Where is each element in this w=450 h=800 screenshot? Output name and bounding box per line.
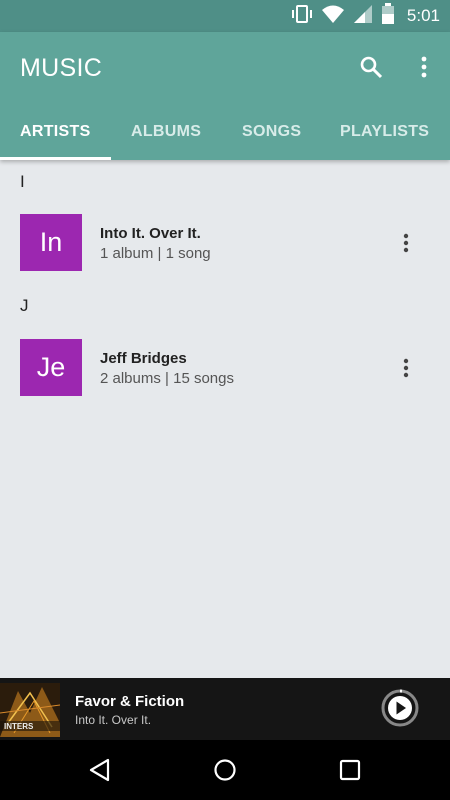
- tab-albums[interactable]: ALBUMS: [131, 110, 201, 160]
- status-bar: 5:01: [0, 0, 450, 32]
- artist-summary: 1 album | 1 song: [100, 245, 211, 262]
- status-time: 5:01: [406, 6, 440, 25]
- tab-artists[interactable]: ARTISTS: [20, 110, 91, 160]
- artist-menu-button[interactable]: [396, 228, 416, 258]
- recents-button[interactable]: [334, 754, 366, 786]
- now-playing-title: Favor & Fiction: [75, 693, 185, 710]
- now-playing-bar[interactable]: INTERS Favor & Fiction Into It. Over It.: [0, 678, 450, 740]
- artist-summary: 2 albums | 15 songs: [100, 370, 234, 387]
- now-playing-artist: Into It. Over It.: [75, 713, 152, 727]
- tab-indicator: [0, 157, 111, 160]
- artist-row[interactable]: In Into It. Over It. 1 album | 1 song: [0, 214, 450, 274]
- tab-songs[interactable]: SONGS: [242, 110, 301, 160]
- album-art-text: INTERS: [4, 722, 34, 731]
- more-options-button[interactable]: [412, 52, 436, 82]
- home-button[interactable]: [209, 754, 241, 786]
- status-icons: 5:01: [291, 2, 440, 30]
- recents-icon: [339, 759, 361, 781]
- back-button[interactable]: [84, 754, 116, 786]
- search-button[interactable]: [356, 52, 386, 82]
- app-bar: MUSIC ARTISTS ALBUMS SONGS PLAYLISTS: [0, 32, 450, 160]
- more-vert-icon: [403, 233, 409, 253]
- search-icon: [360, 56, 383, 79]
- section-header: J: [20, 296, 29, 315]
- more-vert-icon: [421, 56, 427, 78]
- artist-row[interactable]: Je Jeff Bridges 2 albums | 15 songs: [0, 339, 450, 399]
- album-art[interactable]: INTERS: [0, 683, 60, 737]
- tab-bar: ARTISTS ALBUMS SONGS PLAYLISTS: [0, 110, 450, 160]
- artist-avatar: In: [20, 214, 82, 271]
- more-vert-icon: [403, 358, 409, 378]
- vibrate-icon: [291, 4, 313, 29]
- battery-icon: [381, 2, 395, 30]
- play-button[interactable]: [380, 688, 420, 728]
- artist-avatar: Je: [20, 339, 82, 396]
- navigation-bar: [0, 740, 450, 800]
- artist-name: Into It. Over It.: [100, 225, 201, 242]
- app-title: MUSIC: [20, 54, 103, 82]
- back-icon: [89, 758, 110, 782]
- play-icon: [381, 689, 419, 727]
- artist-name: Jeff Bridges: [100, 350, 187, 367]
- artist-menu-button[interactable]: [396, 353, 416, 383]
- wifi-icon: [321, 4, 345, 29]
- tab-playlists[interactable]: PLAYLISTS: [340, 110, 429, 160]
- signal-icon: [353, 4, 373, 29]
- section-header: I: [20, 172, 25, 191]
- home-icon: [214, 759, 236, 781]
